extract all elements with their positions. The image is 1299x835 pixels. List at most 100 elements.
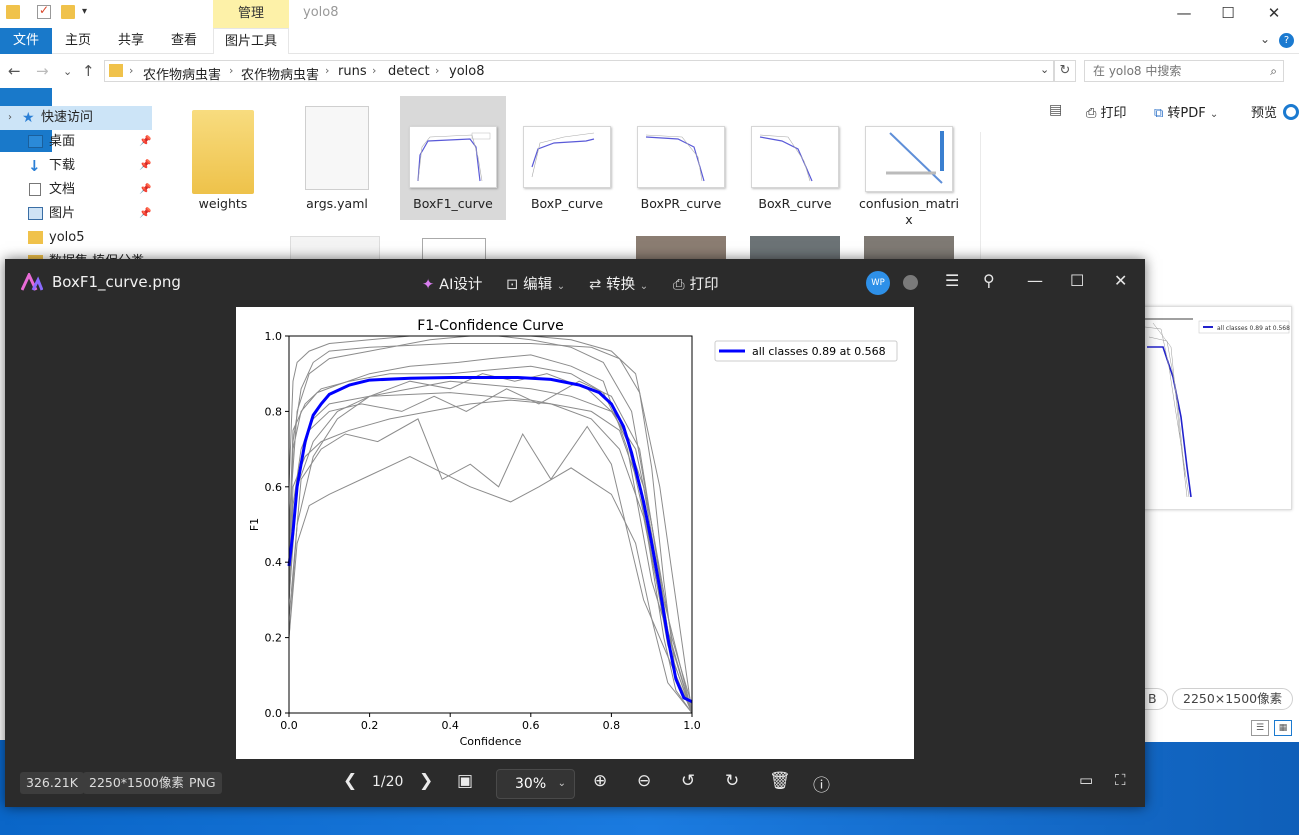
refresh-button[interactable]: ↻ <box>1054 60 1076 82</box>
sidebar-item-quick-access[interactable]: › ★ 快速访问 <box>0 106 152 130</box>
quick-access-dropdown-icon[interactable]: ▾ <box>82 6 87 17</box>
chevron-right-icon[interactable]: › <box>325 64 329 77</box>
to-pdf-command[interactable]: ⧉ 转PDF ⌄ <box>1154 102 1218 121</box>
maximize-button[interactable]: ☐ <box>1208 2 1248 24</box>
file-item[interactable]: BoxR_curve <box>742 96 848 220</box>
chevron-right-icon[interactable]: › <box>229 64 233 77</box>
chevron-down-icon[interactable]: ⌄ <box>1210 109 1218 120</box>
help-icon[interactable]: ? <box>1279 33 1294 48</box>
file-name: BoxF1_curve <box>413 196 493 211</box>
preview-command[interactable]: 预览 <box>1251 102 1277 121</box>
sidebar-item-pictures[interactable]: 图片 📌 <box>0 202 152 226</box>
zoom-in-icon[interactable]: ⊕ <box>593 771 607 791</box>
f1-confidence-chart: 0.0 0.2 0.4 0.6 0.8 1.0 0.0 0.2 0.4 0.6 0.8 1.0 F1… <box>248 318 898 748</box>
details-pane-icon[interactable]: ▤ <box>1049 102 1062 118</box>
file-item[interactable]: weights <box>170 96 276 220</box>
back-arrow-icon[interactable]: ← <box>8 62 21 80</box>
edit-button[interactable]: ⊡ 编辑 ⌄ <box>506 273 565 294</box>
image-thumbnail[interactable] <box>290 236 380 260</box>
tab-view[interactable]: 查看 <box>158 28 210 54</box>
close-button[interactable]: ✕ <box>1114 271 1127 290</box>
rotate-left-icon[interactable]: ↺ <box>681 771 695 791</box>
breadcrumb-item[interactable]: yolo8 <box>449 64 484 79</box>
search-box[interactable]: ⌕ <box>1084 60 1284 82</box>
preview-toggle-icon[interactable] <box>1283 104 1299 120</box>
sidebar-item-documents[interactable]: 文档 📌 <box>0 178 152 202</box>
zoom-out-icon[interactable]: ⊖ <box>637 771 651 791</box>
tab-home[interactable]: 主页 <box>52 28 104 54</box>
sidebar-item-downloads[interactable]: ↓ 下载 📌 <box>0 154 152 178</box>
manage-context-tab[interactable]: 管理 <box>213 0 289 28</box>
file-item[interactable]: confusion_matri x <box>856 96 962 227</box>
thumbnail-strip-icon[interactable]: ▭ <box>1079 771 1093 789</box>
actual-size-icon[interactable]: ▣ <box>457 771 473 791</box>
pin-icon[interactable]: 📌 <box>139 202 151 226</box>
next-image-button[interactable]: ❯ <box>419 771 433 791</box>
format-chip: PNG <box>183 772 222 794</box>
print-command[interactable]: ⎙ 打印 <box>1086 102 1127 121</box>
image-thumbnail[interactable] <box>864 236 954 260</box>
class-curve-line <box>288 343 693 714</box>
print-button[interactable]: ⎙ 打印 <box>673 273 719 294</box>
rotate-right-icon[interactable]: ↻ <box>725 771 739 791</box>
breadcrumb-item[interactable]: detect <box>388 64 430 79</box>
file-item[interactable]: BoxP_curve <box>514 96 620 220</box>
chevron-right-icon[interactable]: › <box>435 64 439 77</box>
breadcrumb-item[interactable]: runs <box>338 64 367 79</box>
chevron-down-icon: ⌄ <box>556 281 566 292</box>
image-viewer-window: BoxF1_curve.png ✦ AI设计 ⊡ 编辑 ⌄ ⇄ 转换 ⌄ ⎙ 打印 WP… <box>5 259 1145 807</box>
expand-chevron-icon[interactable]: › <box>8 106 12 130</box>
quick-access-folder-icon[interactable] <box>6 5 20 19</box>
image-thumbnail[interactable] <box>750 236 840 260</box>
address-bar[interactable]: › 农作物病虫害 › 农作物病虫害 › runs › detect › yolo… <box>104 60 1054 83</box>
avatar[interactable]: WP <box>866 271 890 295</box>
pin-icon[interactable]: 📌 <box>139 154 151 178</box>
sidebar-item-desktop[interactable]: 桌面 📌 <box>0 130 152 154</box>
file-item[interactable]: args.yaml <box>284 96 390 220</box>
file-item-selected[interactable]: BoxF1_curve <box>400 96 506 220</box>
file-item[interactable]: BoxPR_curve <box>628 96 734 220</box>
desktop-icon <box>28 135 43 148</box>
details-view-icon[interactable]: ☰ <box>1251 720 1269 736</box>
sidebar-item-yolo5[interactable]: yolo5 <box>0 226 152 250</box>
close-button[interactable]: ✕ <box>1254 2 1294 24</box>
chevron-right-icon[interactable]: › <box>372 64 376 77</box>
forward-arrow-icon[interactable]: → <box>36 62 49 80</box>
file-icon[interactable] <box>422 238 486 260</box>
membership-badge-icon[interactable] <box>903 275 918 290</box>
recent-locations-chevron-icon[interactable]: ⌄ <box>63 65 72 78</box>
delete-icon[interactable]: 🗑 <box>769 771 791 791</box>
search-input[interactable] <box>1093 62 1263 80</box>
convert-button[interactable]: ⇄ 转换 ⌄ <box>589 273 648 294</box>
ribbon-expand-icon[interactable]: ⌄ <box>1260 32 1270 46</box>
image-thumbnail[interactable] <box>636 236 726 260</box>
tab-share[interactable]: 共享 <box>105 28 157 54</box>
maximize-button[interactable]: ☐ <box>1070 271 1084 290</box>
pdf-icon: ⧉ <box>1154 106 1168 121</box>
minimize-button[interactable]: — <box>1164 2 1204 24</box>
large-icons-view-icon[interactable]: ▦ <box>1274 720 1292 736</box>
fullscreen-icon[interactable]: ⛶ <box>1115 771 1126 789</box>
quick-access-properties-icon[interactable] <box>37 3 51 19</box>
pin-icon[interactable]: ⚲ <box>983 271 995 290</box>
breadcrumb-item[interactable]: 农作物病虫害 <box>143 64 221 83</box>
breadcrumb-item[interactable]: 农作物病虫害 <box>241 64 319 83</box>
class-curve-line <box>288 392 693 714</box>
ai-design-button[interactable]: ✦ AI设计 <box>422 273 482 294</box>
address-history-dropdown-icon[interactable]: ⌄ <box>1040 63 1049 76</box>
pin-icon[interactable]: 📌 <box>139 130 151 154</box>
pin-icon[interactable]: 📌 <box>139 178 151 202</box>
menu-icon[interactable]: ☰ <box>945 271 959 290</box>
info-icon[interactable]: ⓘ <box>813 771 830 796</box>
tab-picture-tools[interactable]: 图片工具 <box>213 28 289 54</box>
up-arrow-icon[interactable]: ↑ <box>82 62 95 80</box>
file-name: BoxPR_curve <box>640 196 722 211</box>
minimize-button[interactable]: — <box>1027 271 1043 290</box>
sidebar-item-dataset[interactable]: 数据集 植保分类 <box>0 250 152 259</box>
sidebar-item-label: 下载 <box>49 158 76 173</box>
previous-image-button[interactable]: ❮ <box>343 771 357 791</box>
search-icon[interactable]: ⌕ <box>1270 64 1277 79</box>
zoom-select[interactable]: 30% ⌄ <box>496 769 575 799</box>
quick-access-newfolder-icon[interactable] <box>61 5 75 19</box>
chevron-right-icon[interactable]: › <box>129 64 133 77</box>
